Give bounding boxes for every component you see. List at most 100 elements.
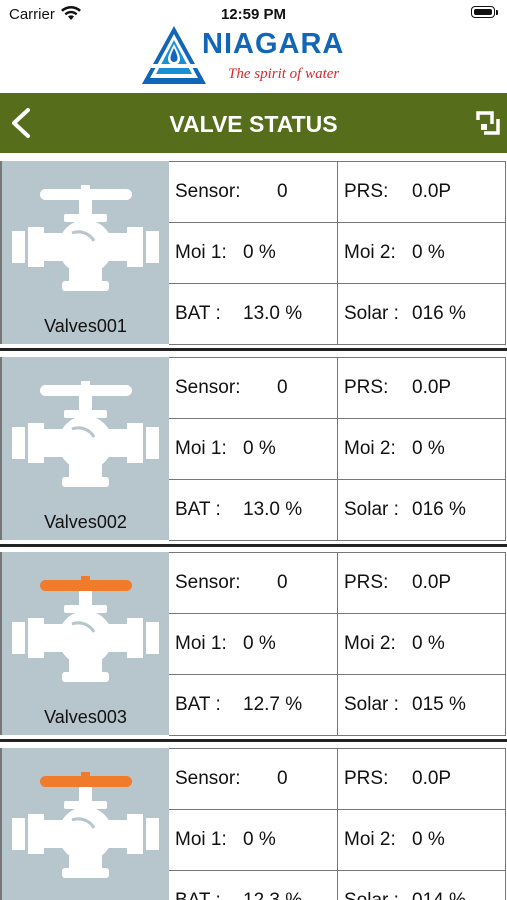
valve-thumbnail[interactable]: Valves002 [2,356,169,540]
page-title: VALVE STATUS [169,111,338,137]
brand-name: NIAGARA [202,28,345,60]
battery-value: 13.0 % [243,303,303,324]
sensor-label: Sensor: [175,376,241,398]
solar-label: Solar : [344,303,399,324]
battery-label: BAT : [175,889,221,900]
valve-card[interactable]: Sensor: 0 PRS: 0.0P Moi 1: 0 % Moi 2: 0 … [0,743,507,900]
niagara-logo: NIAGARA The spirit of water [140,24,370,88]
valve-card[interactable]: Valves001 Sensor: 0 PRS: 0.0P Moi 1: 0 %… [0,156,507,351]
prs-value: 0.0P [412,767,452,789]
moisture1-cell: Moi 1: 0 % [169,223,338,284]
valve-readings: Sensor: 0 PRS: 0.0P Moi 1: 0 % Moi 2: 0 … [169,356,506,541]
expand-icon[interactable] [475,110,501,136]
moisture1-value: 0 % [243,242,276,263]
moisture1-value: 0 % [243,828,276,850]
sensor-label: Sensor: [175,181,241,202]
sensor-value: 0 [277,181,288,202]
valve-closed-icon [12,576,159,682]
battery-label: BAT : [175,694,221,715]
solar-cell: Solar : 015 % [338,675,506,736]
battery-value: 12.7 % [243,694,303,715]
sensor-value: 0 [277,376,288,398]
battery-cell: BAT : 13.0 % [169,284,338,345]
prs-label: PRS: [344,376,389,398]
prs-value: 0.0P [412,181,452,202]
valve-name: Valves003 [44,707,127,727]
sensor-cell: Sensor: 0 [169,748,338,810]
sensor-cell: Sensor: 0 [169,553,338,614]
prs-cell: PRS: 0.0P [338,748,506,810]
moisture1-label: Moi 1: [175,633,227,654]
moisture2-value: 0 % [412,828,445,850]
solar-value: 015 % [412,694,466,715]
battery-tip [496,10,498,15]
valve-card[interactable]: Valves002 Sensor: 0 PRS: 0.0P Moi 1: 0 %… [0,352,507,547]
prs-cell: PRS: 0.0P [338,357,506,419]
moisture2-value: 0 % [412,242,445,263]
solar-cell: Solar : 014 % [338,870,506,900]
sensor-label: Sensor: [175,767,241,789]
water-pyramid-icon [142,26,206,84]
valve-list[interactable]: Valves001 Sensor: 0 PRS: 0.0P Moi 1: 0 %… [0,156,507,900]
solar-value: 014 % [412,889,466,900]
prs-label: PRS: [344,572,389,593]
valve-thumbnail[interactable]: Valves001 [2,161,169,344]
moisture2-label: Moi 2: [344,242,396,263]
valve-thumbnail[interactable] [2,747,169,900]
valve-open-icon [12,185,159,291]
solar-cell: Solar : 016 % [338,284,506,345]
battery-icon [471,6,495,18]
valve-readings: Sensor: 0 PRS: 0.0P Moi 1: 0 % Moi 2: 0 … [169,161,506,345]
brand-tagline: The spirit of water [228,66,340,82]
solar-label: Solar : [344,498,399,520]
moisture1-value: 0 % [243,437,276,459]
moisture2-label: Moi 2: [344,828,396,850]
battery-cell: BAT : 12.3 % [169,870,338,900]
prs-value: 0.0P [412,376,452,398]
moisture1-cell: Moi 1: 0 % [169,418,338,480]
sensor-value: 0 [277,767,288,789]
moisture1-label: Moi 1: [175,437,227,459]
valve-readings: Sensor: 0 PRS: 0.0P Moi 1: 0 % Moi 2: 0 … [169,552,506,736]
solar-cell: Solar : 016 % [338,479,506,541]
solar-value: 016 % [412,498,466,520]
moisture2-cell: Moi 2: 0 % [338,418,506,480]
moisture2-label: Moi 2: [344,633,396,654]
battery-label: BAT : [175,303,221,324]
moisture1-cell: Moi 1: 0 % [169,809,338,871]
moisture2-cell: Moi 2: 0 % [338,223,506,284]
sensor-cell: Sensor: 0 [169,357,338,419]
moisture1-label: Moi 1: [175,828,227,850]
moisture2-value: 0 % [412,437,445,459]
moisture1-cell: Moi 1: 0 % [169,614,338,675]
valve-open-icon [12,380,159,487]
battery-cell: BAT : 13.0 % [169,479,338,541]
prs-cell: PRS: 0.0P [338,162,506,223]
prs-value: 0.0P [412,572,452,593]
valve-closed-icon [12,771,159,878]
battery-label: BAT : [175,498,221,520]
sensor-cell: Sensor: 0 [169,162,338,223]
moisture2-label: Moi 2: [344,437,396,459]
prs-label: PRS: [344,767,389,789]
solar-label: Solar : [344,694,399,715]
valve-name: Valves001 [44,316,127,336]
valve-card[interactable]: Valves003 Sensor: 0 PRS: 0.0P Moi 1: 0 %… [0,547,507,742]
sensor-value: 0 [277,572,288,593]
moisture2-cell: Moi 2: 0 % [338,614,506,675]
prs-label: PRS: [344,181,389,202]
battery-value: 12.3 % [243,889,303,900]
valve-name: Valves002 [44,511,127,532]
battery-cell: BAT : 12.7 % [169,675,338,736]
clock-time: 12:59 PM [220,6,287,23]
sensor-label: Sensor: [175,572,241,593]
nav-bar: VALVE STATUS [0,93,507,153]
battery-value: 13.0 % [243,498,303,520]
prs-cell: PRS: 0.0P [338,553,506,614]
moisture2-value: 0 % [412,633,445,654]
moisture1-label: Moi 1: [175,242,227,263]
valve-thumbnail[interactable]: Valves003 [2,552,169,735]
valve-readings: Sensor: 0 PRS: 0.0P Moi 1: 0 % Moi 2: 0 … [169,747,506,900]
solar-value: 016 % [412,303,466,324]
moisture1-value: 0 % [243,633,276,654]
